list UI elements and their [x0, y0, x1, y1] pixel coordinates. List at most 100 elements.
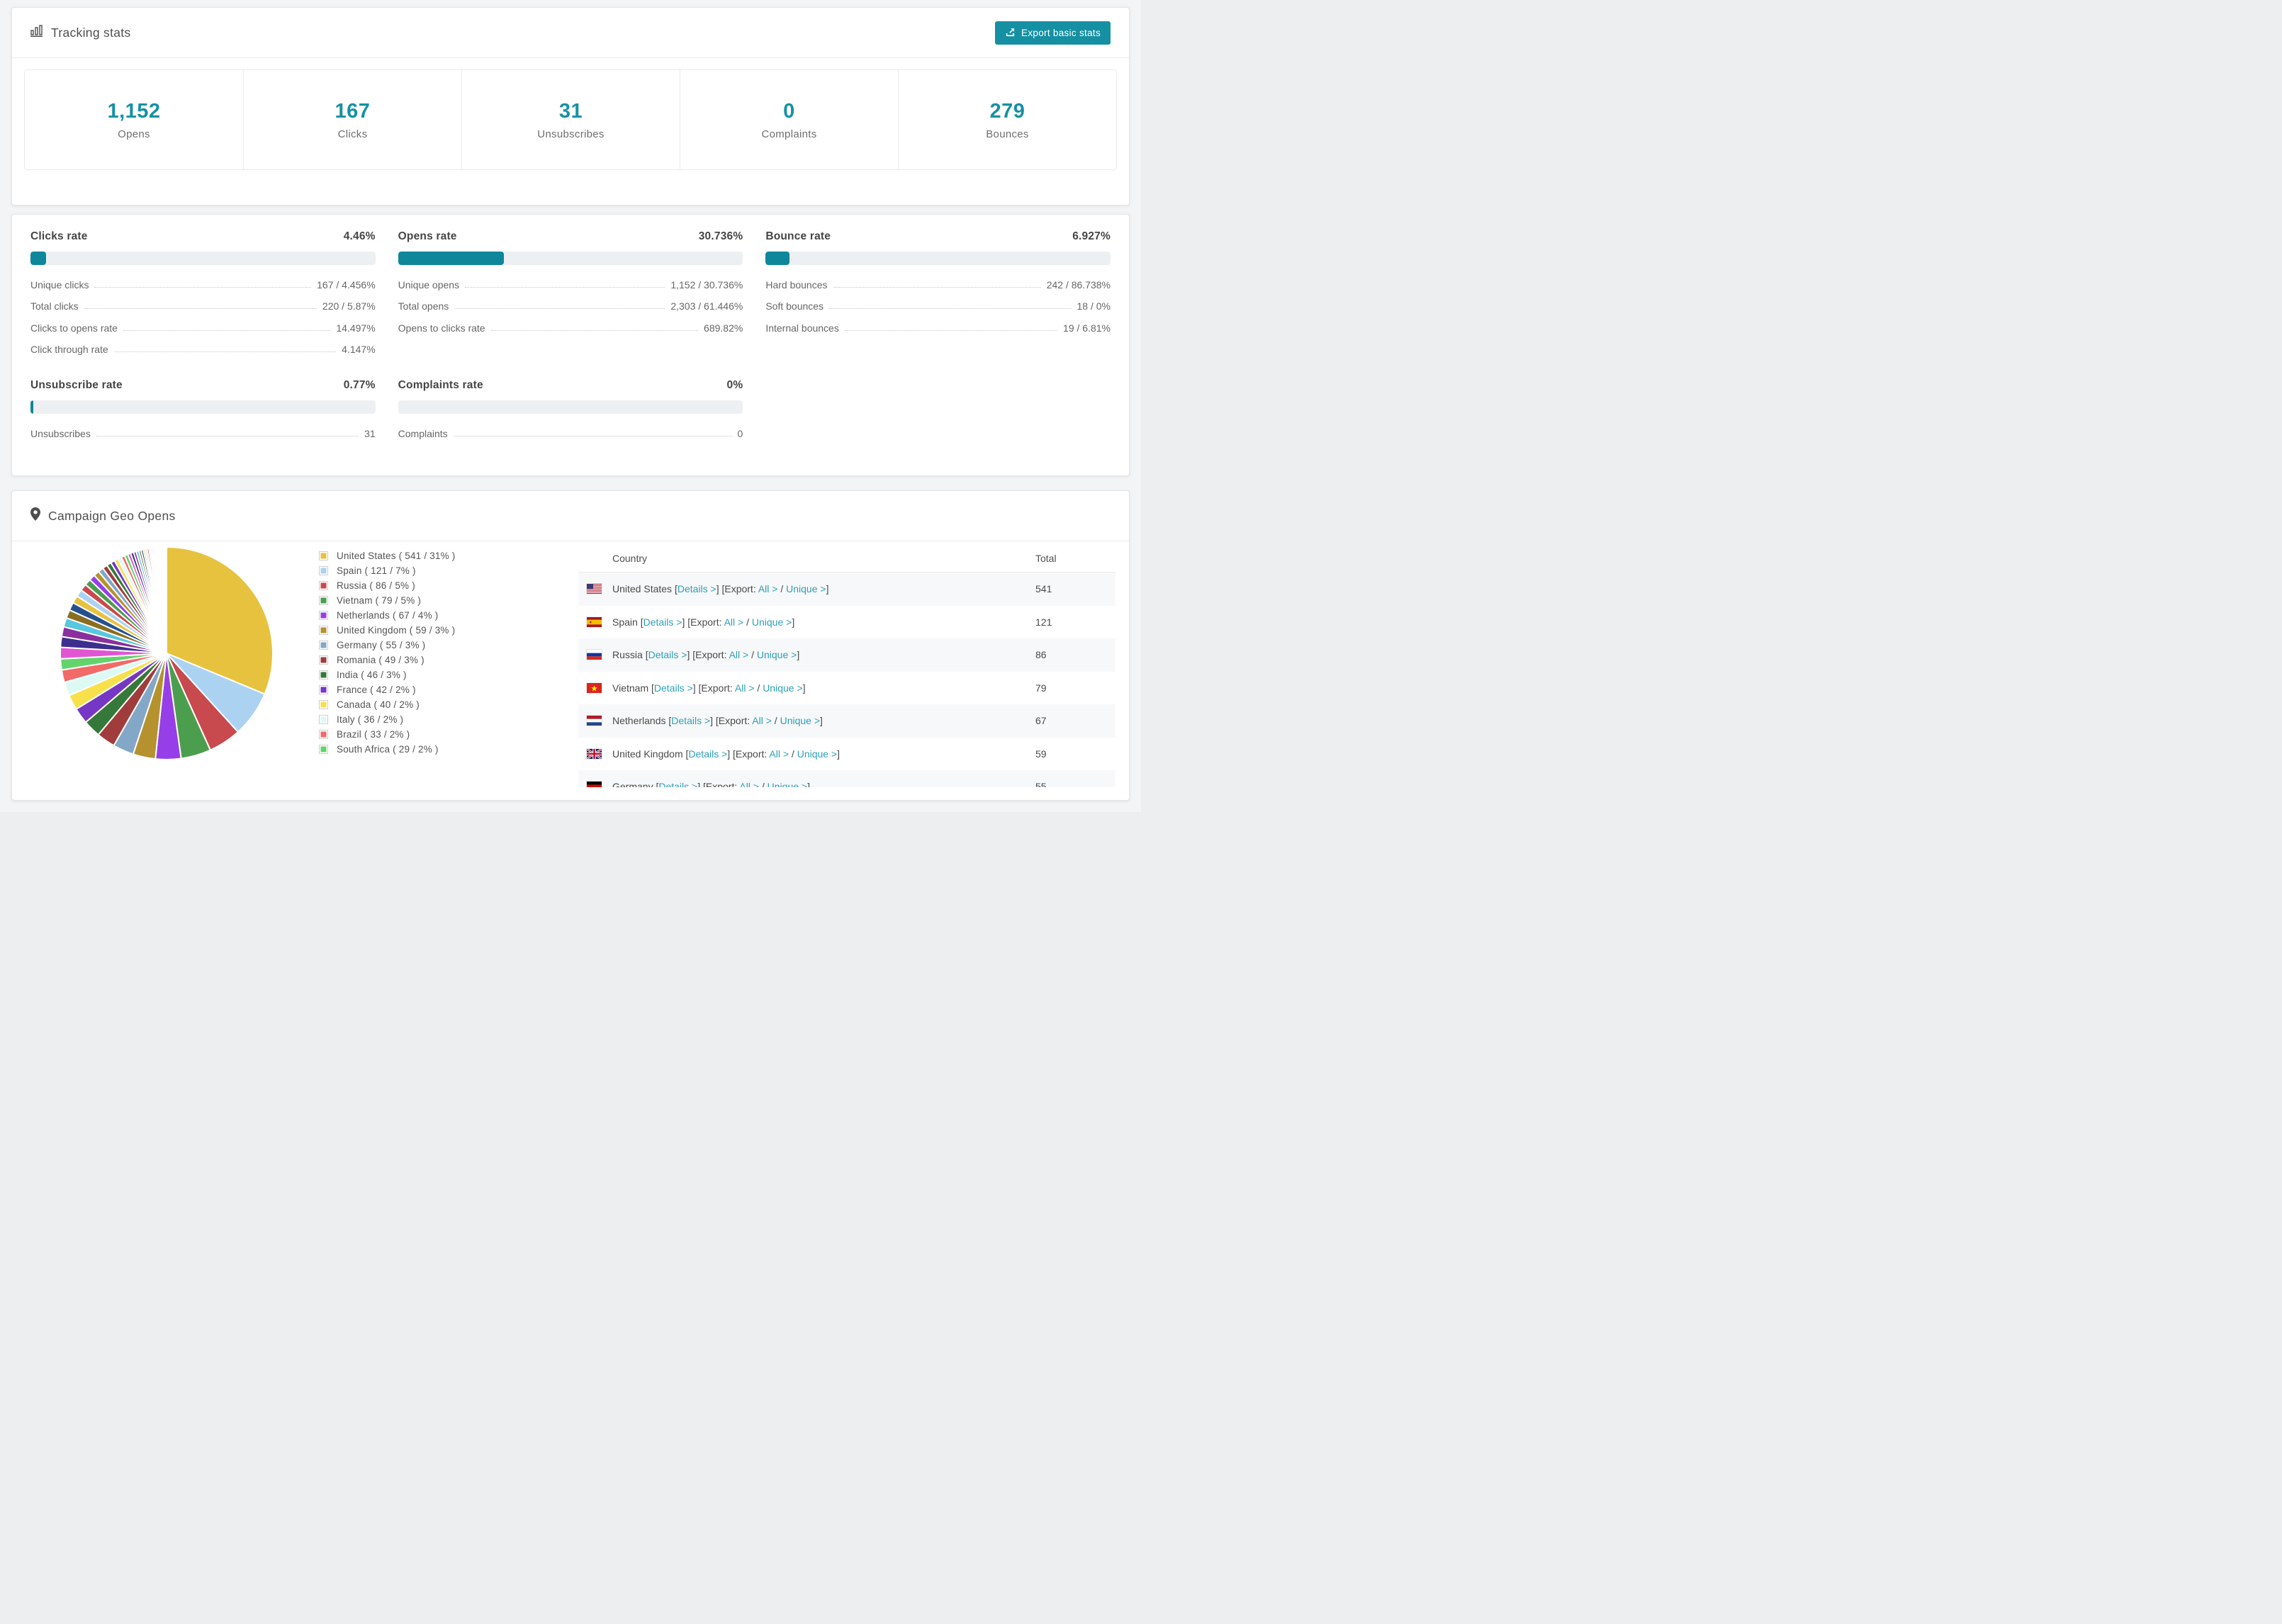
geo-table-row-netherlands: Netherlands [Details >] [Export: All > /…: [578, 704, 1115, 738]
dotted-leader: [454, 308, 665, 309]
legend-swatch: [319, 655, 328, 665]
bracket: ] [Export:: [727, 748, 770, 760]
legend-item-united-kingdom[interactable]: United Kingdom ( 59 / 3% ): [319, 623, 456, 638]
rate-title: Opens rate: [398, 230, 457, 242]
stat-cell-bounces: 279 Bounces: [898, 70, 1116, 169]
legend-item-russia[interactable]: Russia ( 86 / 5% ): [319, 578, 456, 593]
export-button-label: Export basic stats: [1021, 28, 1101, 38]
summary-stats-box: 1,152 Opens 167 Clicks 31 Unsubscribes 0 Compla…: [24, 69, 1117, 170]
legend-item-vietnam[interactable]: Vietnam ( 79 / 5% ): [319, 593, 456, 608]
details-link[interactable]: Details >: [671, 715, 710, 726]
export-basic-stats-button[interactable]: Export basic stats: [995, 21, 1111, 45]
export-unique-link[interactable]: Unique >: [768, 781, 807, 787]
rate-head: Complaints rate 0%: [398, 379, 743, 392]
legend-item-netherlands[interactable]: Netherlands ( 67 / 4% ): [319, 608, 456, 623]
ru-flag-icon: [587, 650, 602, 660]
legend-item-romania[interactable]: Romania ( 49 / 3% ): [319, 653, 456, 667]
export-unique-link[interactable]: Unique >: [780, 715, 820, 726]
details-link[interactable]: Details >: [678, 583, 716, 594]
stat-label: Complaints: [761, 128, 817, 140]
details-link[interactable]: Details >: [643, 616, 682, 628]
map-pin-icon: [30, 507, 40, 524]
legend-label: Germany ( 55 / 3% ): [337, 640, 426, 650]
legend-item-india[interactable]: India ( 46 / 3% ): [319, 667, 456, 682]
rate-stat-row: Opens to clicks rate 689.82%: [398, 317, 743, 339]
geo-row-country-cell: United Kingdom [Details >] [Export: All …: [578, 748, 1035, 760]
rate-stat-value: 1,152 / 30.736%: [670, 278, 743, 291]
slash: /: [758, 781, 768, 787]
bracket: ]: [802, 682, 806, 694]
geo-row-total: 86: [1035, 649, 1047, 661]
rate-progress-fill: [30, 400, 33, 414]
legend-item-italy[interactable]: Italy ( 36 / 2% ): [319, 712, 456, 727]
country-name: United Kingdom: [612, 748, 686, 760]
legend-item-south-africa[interactable]: South Africa ( 29 / 2% ): [319, 742, 456, 757]
rate-block-opens-rate: Opens rate 30.736% Unique opens 1,152 / 30.…: [398, 230, 743, 361]
pie-slice-other[interactable]: [165, 546, 167, 654]
export-unique-link[interactable]: Unique >: [757, 649, 797, 660]
rate-stat-label: Total opens: [398, 300, 449, 312]
details-link[interactable]: Details >: [648, 649, 687, 660]
details-link[interactable]: Details >: [688, 748, 727, 760]
stat-value: 279: [989, 99, 1025, 123]
stat-value: 31: [558, 99, 583, 123]
rate-title: Complaints rate: [398, 379, 483, 391]
export-all-link[interactable]: All >: [769, 748, 789, 760]
export-all-link[interactable]: All >: [752, 715, 772, 726]
rate-stat-label: Unsubscribes: [30, 427, 91, 439]
rate-stat-row: Soft bounces 18 / 0%: [765, 296, 1111, 318]
export-all-link[interactable]: All >: [739, 781, 759, 787]
legend-item-france[interactable]: France ( 42 / 2% ): [319, 682, 456, 697]
legend-item-spain[interactable]: Spain ( 121 / 7% ): [319, 563, 456, 578]
geo-row-country-cell: Germany [Details >] [Export: All > / Uni…: [578, 781, 1035, 787]
legend-item-brazil[interactable]: Brazil ( 33 / 2% ): [319, 727, 456, 742]
export-all-link[interactable]: All >: [735, 682, 755, 694]
details-link[interactable]: Details >: [658, 781, 697, 787]
legend-swatch: [319, 641, 328, 650]
geo-row-country-cell: United States [Details >] [Export: All >…: [578, 583, 1035, 594]
export-unique-link[interactable]: Unique >: [797, 748, 837, 760]
export-unique-link[interactable]: Unique >: [763, 682, 802, 694]
tracking-stats-title-text: Tracking stats: [51, 25, 131, 40]
geo-title: Campaign Geo Opens: [30, 507, 176, 524]
legend-item-germany[interactable]: Germany ( 55 / 3% ): [319, 638, 456, 653]
legend-swatch: [319, 611, 328, 620]
rate-progress-bar: [30, 400, 376, 414]
rate-stat-value: 0: [737, 427, 743, 439]
export-all-link[interactable]: All >: [729, 649, 749, 660]
bracket: ] [Export:: [692, 682, 735, 694]
slash: /: [771, 715, 780, 727]
geo-row-total: 59: [1035, 748, 1047, 760]
legend-swatch: [319, 626, 328, 635]
rate-stat-value: 167 / 4.456%: [317, 278, 376, 291]
rate-stat-row: Clicks to opens rate 14.497%: [30, 317, 376, 339]
geo-row-text: Spain [Details >] [Export: All > / Uniqu…: [612, 616, 794, 628]
geo-row-total: 55: [1035, 781, 1047, 787]
export-all-link[interactable]: All >: [758, 583, 778, 594]
export-all-link[interactable]: All >: [724, 616, 744, 628]
es-flag-icon: [587, 616, 602, 627]
country-name: Spain: [612, 616, 641, 628]
rate-stat-label: Complaints: [398, 427, 448, 439]
bracket: ]: [837, 748, 841, 760]
de-flag-icon: [587, 782, 602, 787]
legend-item-united-states[interactable]: United States ( 541 / 31% ): [319, 548, 456, 563]
rate-stat-label: Clicks to opens rate: [30, 322, 118, 334]
export-unique-link[interactable]: Unique >: [752, 616, 792, 628]
geo-table-body: United States [Details >] [Export: All >…: [578, 573, 1115, 787]
legend-swatch: [319, 730, 328, 739]
vn-flag-icon: [587, 682, 602, 693]
stat-label: Opens: [118, 128, 150, 140]
details-link[interactable]: Details >: [654, 682, 693, 694]
dotted-leader: [123, 329, 331, 331]
country-name: Russia: [612, 649, 646, 661]
rate-stat-row: Complaints 0: [398, 423, 743, 445]
dotted-leader: [465, 286, 665, 288]
bar-chart-icon: [30, 25, 43, 40]
stat-cell-opens: 1,152 Opens: [25, 70, 243, 169]
geo-header: Campaign Geo Opens: [12, 491, 1129, 541]
rate-stat-value: 18 / 0%: [1077, 300, 1111, 312]
legend-item-canada[interactable]: Canada ( 40 / 2% ): [319, 697, 456, 712]
export-unique-link[interactable]: Unique >: [786, 583, 826, 594]
geo-row-text: Vietnam [Details >] [Export: All > / Uni…: [612, 682, 806, 694]
